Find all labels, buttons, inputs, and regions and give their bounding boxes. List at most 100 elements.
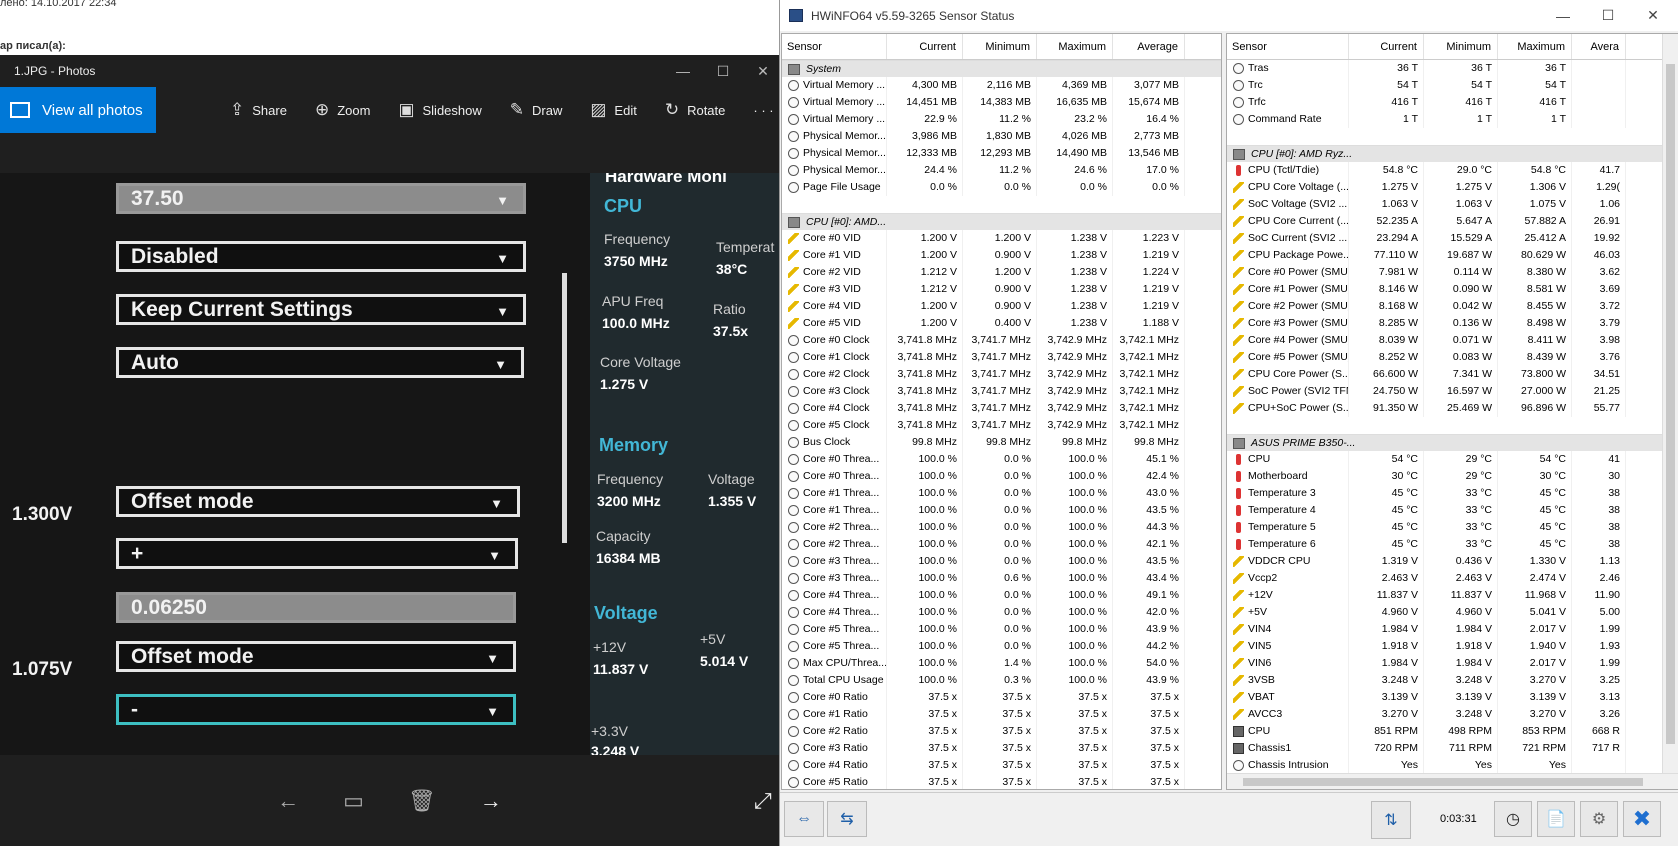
sensor-group-header[interactable]: ASUS PRIME B350-... bbox=[1227, 434, 1678, 451]
sensor-row[interactable]: Core #3 Threa... 100.0 % 0.0 % 100.0 % 43.5 … bbox=[782, 553, 1221, 570]
sensor-row[interactable]: Core #3 Clock 3,741.8 MHz 3,741.7 MHz 3,742… bbox=[782, 383, 1221, 400]
network-button[interactable]: ⇅ bbox=[1371, 801, 1411, 839]
sensor-row[interactable]: Core #5 Threa... 100.0 % 0.0 % 100.0 % 44.2 … bbox=[782, 638, 1221, 655]
sensor-row[interactable]: VDDCR CPU 1.319 V 0.436 V 1.330 V 1.13 bbox=[1227, 553, 1678, 570]
sensor-row[interactable]: Physical Memor... 24.4 % 11.2 % 24.6 % 17.0 … bbox=[782, 162, 1221, 179]
fullscreen-icon[interactable]: ⤢ bbox=[754, 788, 772, 814]
sensor-table-left[interactable]: Sensor Current Minimum Maximum Average System… bbox=[781, 33, 1222, 790]
sensor-row[interactable]: Core #2 Ratio 37.5 x 37.5 x 37.5 x 37.5 x bbox=[782, 723, 1221, 740]
rotate-button[interactable]: ↻ Rotate bbox=[665, 100, 726, 120]
sensor-row[interactable]: Core #2 Clock 3,741.8 MHz 3,741.7 MHz 3,742… bbox=[782, 366, 1221, 383]
sensor-row[interactable]: CPU Core Voltage (... 1.275 V 1.275 V 1.306… bbox=[1227, 179, 1678, 196]
draw-button[interactable]: ✎ Draw bbox=[510, 100, 563, 120]
sensor-row[interactable]: Core #3 VID 1.212 V 0.900 V 1.238 V 1.219 V bbox=[782, 281, 1221, 298]
collapse-columns-button[interactable]: ⇆ bbox=[827, 801, 867, 837]
sensor-row[interactable]: Total CPU Usage 100.0 % 0.3 % 100.0 % 43.9 % bbox=[782, 672, 1221, 689]
sensor-row[interactable]: CPU+SoC Power (S... 91.350 W 25.469 W 96.89… bbox=[1227, 400, 1678, 417]
column-header[interactable]: Current bbox=[1349, 34, 1424, 59]
delete-icon[interactable]: 🗑 bbox=[408, 788, 436, 814]
more-button[interactable]: · · · bbox=[753, 103, 773, 118]
sensor-row[interactable]: +5V 4.960 V 4.960 V 5.041 V 5.00 bbox=[1227, 604, 1678, 621]
info-icon[interactable]: ▭ bbox=[343, 788, 364, 814]
sensor-row[interactable]: Temperature 5 45 °C 33 °C 45 °C 38 bbox=[1227, 519, 1678, 536]
sensor-row[interactable]: Core #3 Power (SMU) 8.285 W 0.136 W 8.498 W… bbox=[1227, 315, 1678, 332]
column-header[interactable]: Current bbox=[887, 34, 963, 59]
sensor-row[interactable]: Tras 36 T 36 T 36 T bbox=[1227, 60, 1678, 77]
sensor-row[interactable]: Core #2 Threa... 100.0 % 0.0 % 100.0 % 42.1 … bbox=[782, 536, 1221, 553]
column-header[interactable]: Maximum bbox=[1498, 34, 1572, 59]
sensor-row[interactable]: SoC Current (SVI2 ... 23.294 A 15.529 A 25.… bbox=[1227, 230, 1678, 247]
sensor-row[interactable]: Page File Usage 0.0 % 0.0 % 0.0 % 0.0 % bbox=[782, 179, 1221, 196]
sensor-row[interactable]: Trc 54 T 54 T 54 T bbox=[1227, 77, 1678, 94]
close-icon[interactable]: ✕ bbox=[1630, 0, 1676, 31]
sensor-row[interactable]: VIN5 1.918 V 1.918 V 1.940 V 1.93 bbox=[1227, 638, 1678, 655]
sensor-row[interactable]: Core #1 Threa... 100.0 % 0.0 % 100.0 % 43.5 … bbox=[782, 502, 1221, 519]
sensor-group-header[interactable]: System bbox=[782, 60, 1221, 77]
sensor-group-header[interactable]: CPU [#0]: AMD Ryz... bbox=[1227, 145, 1678, 162]
sensor-row[interactable]: Core #4 Clock 3,741.8 MHz 3,741.7 MHz 3,742… bbox=[782, 400, 1221, 417]
sensor-row[interactable]: Core #5 VID 1.200 V 0.400 V 1.238 V 1.188 V bbox=[782, 315, 1221, 332]
sensor-row[interactable]: Virtual Memory ... 14,451 MB 14,383 MB 16,6… bbox=[782, 94, 1221, 111]
column-header[interactable]: Minimum bbox=[1424, 34, 1498, 59]
sensor-row[interactable]: Temperature 3 45 °C 33 °C 45 °C 38 bbox=[1227, 485, 1678, 502]
sensor-row[interactable]: Core #3 Ratio 37.5 x 37.5 x 37.5 x 37.5 x bbox=[782, 740, 1221, 757]
sensor-row[interactable]: Core #3 Threa... 100.0 % 0.6 % 100.0 % 43.4 … bbox=[782, 570, 1221, 587]
expand-columns-button[interactable]: ⇔ bbox=[784, 801, 824, 837]
sensor-row[interactable]: Vccp2 2.463 V 2.463 V 2.474 V 2.46 bbox=[1227, 570, 1678, 587]
sensor-row[interactable]: CPU Core Current (... 52.235 A 5.647 A 57.8… bbox=[1227, 213, 1678, 230]
sensor-row[interactable]: 3VSB 3.248 V 3.248 V 3.270 V 3.25 bbox=[1227, 672, 1678, 689]
sensor-row[interactable]: VBAT 3.139 V 3.139 V 3.139 V 3.13 bbox=[1227, 689, 1678, 706]
sensor-row[interactable]: CPU Package Powe... 77.110 W 19.687 W 80.62… bbox=[1227, 247, 1678, 264]
sensor-row[interactable]: Core #5 Threa... 100.0 % 0.0 % 100.0 % 43.9 … bbox=[782, 621, 1221, 638]
horizontal-scrollbar[interactable] bbox=[1227, 773, 1678, 789]
sensor-row[interactable]: Core #4 Power (SMU) 8.039 W 0.071 W 8.411 W… bbox=[1227, 332, 1678, 349]
sensor-row[interactable]: Core #4 Ratio 37.5 x 37.5 x 37.5 x 37.5 x bbox=[782, 757, 1221, 774]
sensor-row[interactable]: Core #0 Threa... 100.0 % 0.0 % 100.0 % 45.1 … bbox=[782, 451, 1221, 468]
sensor-row[interactable]: +12V 11.837 V 11.837 V 11.968 V 11.90 bbox=[1227, 587, 1678, 604]
sensor-row[interactable]: Core #1 VID 1.200 V 0.900 V 1.238 V 1.219 V bbox=[782, 247, 1221, 264]
settings-button[interactable]: ⚙ bbox=[1580, 801, 1618, 837]
sensor-row[interactable]: CPU 54 °C 29 °C 54 °C 41 bbox=[1227, 451, 1678, 468]
sensor-row[interactable]: Core #0 Threa... 100.0 % 0.0 % 100.0 % 42.4 … bbox=[782, 468, 1221, 485]
sensor-row[interactable]: VIN6 1.984 V 1.984 V 2.017 V 1.99 bbox=[1227, 655, 1678, 672]
log-button[interactable]: 📄 bbox=[1537, 801, 1575, 837]
sensor-row[interactable]: Temperature 4 45 °C 33 °C 45 °C 38 bbox=[1227, 502, 1678, 519]
column-header[interactable]: Maximum bbox=[1037, 34, 1113, 59]
edit-button[interactable]: ▨ Edit bbox=[590, 100, 636, 120]
sensor-row[interactable]: Max CPU/Threa... 100.0 % 1.4 % 100.0 % 54.0 … bbox=[782, 655, 1221, 672]
sensor-row[interactable]: SoC Voltage (SVI2 ... 1.063 V 1.063 V 1.075… bbox=[1227, 196, 1678, 213]
sensor-row[interactable]: Virtual Memory ... 22.9 % 11.2 % 23.2 % 16.4… bbox=[782, 111, 1221, 128]
scrollbar-thumb[interactable] bbox=[1666, 64, 1675, 744]
column-header[interactable]: Avera bbox=[1572, 34, 1626, 59]
scrollbar-thumb[interactable] bbox=[1243, 778, 1643, 786]
clock-reset-button[interactable]: ◷ bbox=[1494, 801, 1532, 837]
sensor-row[interactable]: Core #1 Ratio 37.5 x 37.5 x 37.5 x 37.5 x bbox=[782, 706, 1221, 723]
zoom-button[interactable]: ⊕ Zoom bbox=[315, 100, 370, 120]
column-header[interactable]: Sensor bbox=[782, 34, 887, 59]
sensor-row[interactable]: Core #2 Threa... 100.0 % 0.0 % 100.0 % 44.3 … bbox=[782, 519, 1221, 536]
sensor-row[interactable]: Command Rate 1 T1 T1 T bbox=[1227, 111, 1678, 128]
sensor-row[interactable]: Core #0 Clock 3,741.8 MHz 3,741.7 MHz 3,742… bbox=[782, 332, 1221, 349]
sensor-group-header[interactable]: CPU [#0]: AMD... bbox=[782, 213, 1221, 230]
sensor-row[interactable]: Core #0 Ratio 37.5 x 37.5 x 37.5 x 37.5 x bbox=[782, 689, 1221, 706]
sensor-row[interactable]: CPU Core Power (S... 66.600 W 7.341 W 73.80… bbox=[1227, 366, 1678, 383]
sensor-row[interactable]: SoC Power (SVI2 TFN) 24.750 W 16.597 W 27.0… bbox=[1227, 383, 1678, 400]
column-header[interactable]: Sensor bbox=[1227, 34, 1349, 59]
sensor-row[interactable]: Core #5 Ratio 37.5 x 37.5 x 37.5 x 37.5 x bbox=[782, 774, 1221, 789]
sensor-row[interactable]: Core #1 Threa... 100.0 % 0.0 % 100.0 % 43.0 … bbox=[782, 485, 1221, 502]
sensor-row[interactable]: Core #0 VID 1.200 V 1.200 V 1.238 V 1.223 V bbox=[782, 230, 1221, 247]
sensor-row[interactable]: Core #1 Power (SMU) 8.146 W 0.090 W 8.581 W… bbox=[1227, 281, 1678, 298]
sensor-row[interactable]: Virtual Memory ... 4,300 MB 2,116 MB 4,369 … bbox=[782, 77, 1221, 94]
column-header[interactable]: Average bbox=[1113, 34, 1185, 59]
sensor-row[interactable]: Core #2 VID 1.212 V 1.200 V 1.238 V 1.224 V bbox=[782, 264, 1221, 281]
slideshow-button[interactable]: ▣ Slideshow bbox=[398, 100, 481, 120]
vertical-scrollbar[interactable] bbox=[1662, 34, 1678, 789]
sensor-row[interactable]: Core #0 Power (SMU) 7.981 W 0.114 W 8.380 W… bbox=[1227, 264, 1678, 281]
sensor-row[interactable]: Motherboard 30 °C 29 °C 30 °C 30 bbox=[1227, 468, 1678, 485]
previous-arrow-icon[interactable]: ← bbox=[277, 788, 299, 814]
sensor-table-right[interactable]: Sensor Current Minimum Maximum Avera Tras 36 T… bbox=[1226, 33, 1678, 790]
share-button[interactable]: ⇪ Share bbox=[230, 100, 287, 120]
sensor-row[interactable]: CPU 851 RPM 498 RPM 853 RPM 668 R bbox=[1227, 723, 1678, 740]
sensor-row[interactable]: Chassis Intrusion Yes Yes Yes bbox=[1227, 757, 1678, 774]
sensor-row[interactable]: Core #4 VID 1.200 V 0.900 V 1.238 V 1.219 V bbox=[782, 298, 1221, 315]
